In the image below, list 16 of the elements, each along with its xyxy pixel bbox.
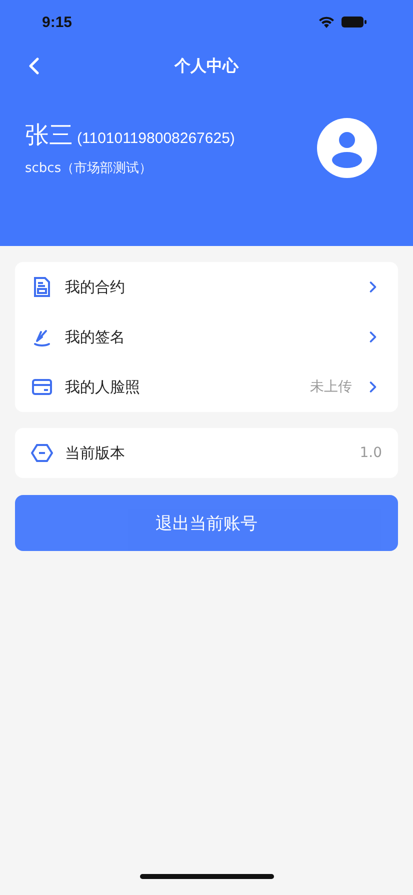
menu-item[interactable]: 我的合约 bbox=[15, 262, 398, 312]
menu-item[interactable]: 我的签名 bbox=[15, 312, 398, 362]
battery-icon bbox=[341, 16, 367, 28]
user-name: 张三 bbox=[25, 120, 73, 151]
menu-item[interactable]: 我的人脸照 未上传 bbox=[15, 362, 398, 412]
page-title: 个人中心 bbox=[174, 56, 238, 76]
logout-button[interactable]: 退出当前账号 bbox=[15, 495, 398, 551]
status-time: 9:15 bbox=[42, 14, 72, 30]
hexagon-icon bbox=[31, 442, 53, 464]
card-icon bbox=[31, 376, 53, 398]
account-name: scbcs（市场部测试） bbox=[25, 160, 154, 177]
avatar-icon[interactable] bbox=[317, 118, 377, 178]
menu-item[interactable]: 当前版本 1.0 bbox=[15, 428, 398, 478]
wifi-icon bbox=[318, 16, 335, 28]
document-icon bbox=[31, 276, 53, 298]
id-number: (110101198008267625) bbox=[77, 130, 235, 147]
